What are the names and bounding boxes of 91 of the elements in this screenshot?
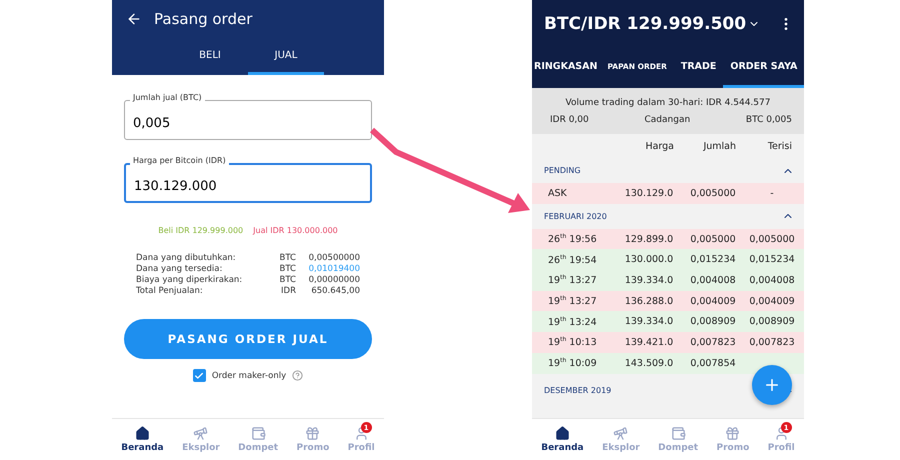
table-cell-text: 0,007823 (748, 336, 796, 348)
balance-text: IDR 0,00 (550, 114, 589, 124)
section-title: DESEMBER 2019 (544, 386, 612, 394)
table-cell-text: 19$^{th}$ 13:27 (548, 295, 598, 308)
table-cell-text: 129.899.0 (624, 234, 674, 245)
table-cell-text: 0,004009 (748, 296, 796, 307)
checkbox[interactable] (192, 369, 206, 382)
user-icon (774, 426, 789, 441)
summary-amount: 0,00000000 (308, 275, 360, 286)
summary-amount: 0,01019400 (308, 264, 360, 275)
summary-amount: 0,00500000 (308, 253, 360, 264)
balance-text: Cadangan (644, 114, 690, 124)
table-cell-text: 19$^{th}$ 13:27 (548, 274, 598, 286)
currency-label: BTC (278, 253, 297, 264)
table-cell-text: 136.288.0 (624, 296, 674, 307)
table-cell-text: 0,008909 (689, 316, 737, 328)
wallet-icon (670, 426, 686, 441)
tab[interactable]: BELI (172, 38, 248, 75)
table-cell-text: 0,005000 (689, 234, 737, 245)
gift-icon (305, 426, 320, 441)
nav-item[interactable]: Beranda (121, 426, 164, 453)
section-header[interactable]: PENDING (532, 158, 804, 183)
section-title: FEBRUARI 2020 (544, 212, 607, 221)
field-label: Jumlah jual (BTC) (130, 93, 205, 102)
balance-text: BTC 0,005 (746, 114, 792, 124)
column-header: Terisi (766, 140, 793, 152)
currency-label: IDR (280, 286, 297, 297)
add-button[interactable] (752, 365, 792, 405)
summary-label: Dana yang dibutuhkan: (136, 253, 237, 264)
section-header[interactable]: FEBRUARI 2020 (532, 204, 804, 229)
order-row[interactable]: 19$^{th}$ 13:27 136.288.0 0,004009 0,004009 (532, 290, 804, 312)
checkbox-label: Order maker-only (212, 370, 286, 380)
back-icon[interactable] (126, 11, 142, 27)
telescope-icon (193, 426, 208, 441)
tab[interactable]: JUAL (248, 38, 324, 75)
table-cell-text: 0,015234 (748, 254, 796, 266)
table-cell-text: 130.129.0 (624, 188, 674, 199)
field-label: Harga per Bitcoin (IDR) (130, 156, 229, 165)
price-quote: Beli IDR 129.999.000 (158, 226, 244, 235)
price-quote: Jual IDR 130.000.000 (253, 226, 338, 235)
order-row[interactable]: 19$^{th}$ 13:24 139.334.0 0,008909 0,008909 (532, 311, 804, 332)
table-cell-text: 0,015234 (689, 254, 737, 266)
pair-price-title: BTC/IDR 129.999.500 (544, 14, 746, 34)
table-cell-text: ASK (548, 188, 568, 199)
summary-label: Biaya yang diperkirakan: (136, 275, 244, 286)
currency-label: BTC (278, 275, 297, 286)
column-header: Harga (644, 140, 675, 152)
column-header: Jumlah (702, 140, 737, 152)
table-cell-text: 130.000.0 (624, 254, 674, 266)
user-icon (354, 426, 369, 441)
table-cell-text: 0,007854 (689, 358, 737, 369)
table-cell-text: 143.509.0 (624, 358, 674, 369)
wallet-icon (250, 426, 266, 441)
summary-amount: 650.645,00 (310, 286, 360, 297)
table-cell-text: 19$^{th}$ 10:09 (548, 357, 598, 370)
summary-label: Total Penjualan: (136, 286, 204, 297)
table-cell-text: 139.421.0 (624, 336, 674, 348)
help-icon[interactable] (292, 370, 304, 381)
order-row[interactable]: 26$^{th}$ 19:56 129.899.0 0,005000 0,005000 (532, 228, 804, 250)
table-cell-text: 0,008909 (748, 316, 796, 328)
table-cell-text: 139.334.0 (624, 274, 674, 286)
table-cell-text: - (769, 188, 775, 199)
table-cell-text: 0,004008 (689, 274, 737, 286)
table-cell-text: 19$^{th}$ 13:24 (548, 316, 598, 328)
table-cell-text: 0,004008 (748, 274, 796, 286)
table-cell-text: 26$^{th}$ 19:54 (548, 254, 598, 266)
table-cell-text: 139.334.0 (624, 316, 674, 328)
section-title: PENDING (544, 166, 581, 175)
table-cell-text: 26$^{th}$ 19:56 (548, 232, 598, 246)
tab[interactable]: RINGKASAN (532, 48, 600, 88)
table-cell-text: 0,007823 (689, 336, 737, 348)
nav-item[interactable]: Beranda (541, 426, 584, 453)
order-row[interactable]: 26$^{th}$ 19:54 130.000.0 0,015234 0,015234 (532, 249, 804, 270)
tab[interactable]: TRADE (674, 48, 724, 88)
summary-label: Dana yang tersedia: (136, 264, 224, 275)
table-cell-text: 19$^{th}$ 10:13 (548, 336, 598, 349)
home-icon (134, 426, 150, 441)
gift-icon (725, 426, 740, 441)
order-row[interactable]: 19$^{th}$ 13:27 139.334.0 0,004008 0,004008 (532, 270, 804, 291)
screen-title: Pasang order (154, 10, 252, 28)
currency-label: BTC (278, 264, 297, 275)
plus-icon (763, 376, 781, 394)
order-row[interactable]: ASK 130.129.0 0,005000 - (532, 183, 804, 204)
home-icon (554, 426, 570, 441)
table-cell-text: 0,005000 (748, 234, 796, 245)
table-cell-text: 0,004009 (689, 296, 737, 307)
telescope-icon (613, 426, 628, 441)
order-row[interactable]: 19$^{th}$ 10:13 139.421.0 0,007823 0,007823 (532, 332, 804, 353)
volume-text: Volume trading dalam 30-hari: IDR 4.544.577 (564, 98, 772, 108)
order-row[interactable]: 19$^{th}$ 10:09 143.509.0 0,007854 (532, 352, 804, 374)
table-cell-text: 0,005000 (689, 188, 737, 199)
